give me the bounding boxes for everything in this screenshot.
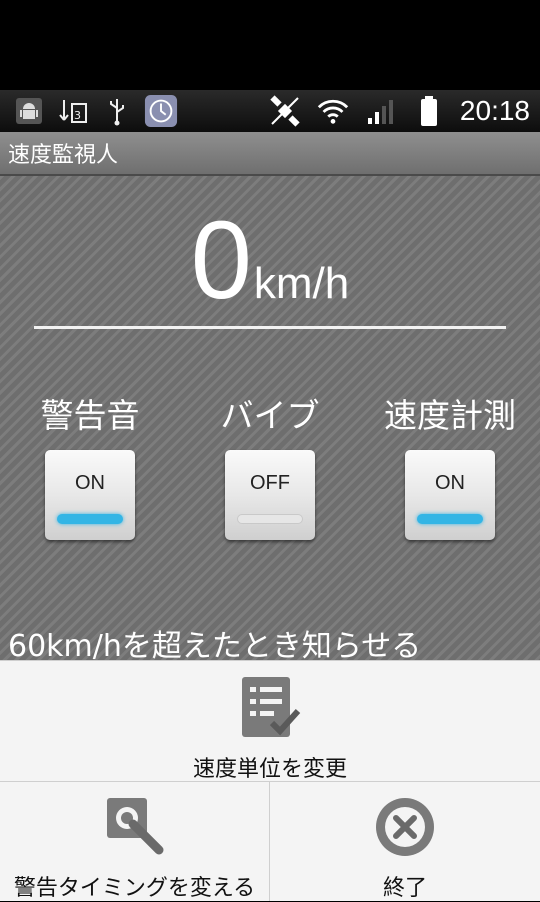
- main-panel: 0km/h 警告音 ON バイブ OFF 速度計測 ON 60km/hを超えたと…: [0, 176, 540, 664]
- app-title-bar: 速度監視人: [0, 132, 540, 176]
- toggle-speed-measure: 速度計測 ON: [370, 396, 530, 540]
- change-unit-label: 速度単位を変更: [192, 757, 347, 782]
- toggle-label: 警告音: [40, 396, 140, 435]
- speed-display: 0km/h: [0, 206, 540, 316]
- battery-icon: [412, 94, 446, 128]
- toggle-indicator-off: [237, 514, 303, 524]
- toggle-label: 速度計測: [384, 396, 516, 435]
- vibrate-toggle-button[interactable]: OFF: [225, 450, 315, 540]
- speed-unit: km/h: [253, 259, 350, 308]
- menu-item-exit[interactable]: 終了: [270, 782, 540, 901]
- toggle-indicator-on: [57, 514, 123, 524]
- speed-measure-toggle-button[interactable]: ON: [405, 450, 495, 540]
- status-time: 20:18: [459, 95, 530, 126]
- toggle-label: バイブ: [220, 396, 320, 435]
- app-notification-icon: [144, 94, 178, 128]
- exit-label: 終了: [382, 876, 427, 901]
- wifi-icon: [316, 94, 350, 128]
- app-title: 速度監視人: [8, 143, 119, 168]
- close-circle-icon: [372, 794, 438, 864]
- speed-value: 0: [190, 199, 252, 322]
- toggle-state-text: ON: [75, 472, 105, 494]
- gps-satellite-icon: [268, 94, 302, 128]
- android-debug-icon: [12, 94, 46, 128]
- menu-item-change-timing[interactable]: 警告タイミングを変える: [0, 782, 270, 901]
- warning-sound-toggle-button[interactable]: ON: [45, 450, 135, 540]
- toggle-state-text: ON: [435, 472, 465, 494]
- alert-threshold-text: 60km/hを超えたとき知らせる: [8, 629, 422, 664]
- checklist-icon: [238, 675, 302, 745]
- wrench-settings-icon: [103, 794, 167, 864]
- toggle-warning-sound: 警告音 ON: [10, 396, 170, 540]
- toggle-indicator-on: [417, 514, 483, 524]
- change-timing-label: 警告タイミングを変える: [13, 876, 256, 901]
- signal-icon: [364, 94, 398, 128]
- menu-item-change-unit[interactable]: 速度単位を変更: [0, 661, 540, 782]
- options-menu: 速度単位を変更 警告タイミングを変える 終了: [0, 660, 540, 901]
- status-bar: 3 20:18: [0, 90, 540, 132]
- toggle-vibrate: バイブ OFF: [190, 396, 350, 540]
- toggle-state-text: OFF: [250, 472, 290, 494]
- usb-storage-icon: 3: [56, 94, 90, 128]
- top-black-bar: [0, 0, 540, 90]
- speed-underline: [34, 326, 506, 329]
- svg-text:3: 3: [74, 109, 81, 122]
- usb-icon: [100, 94, 134, 128]
